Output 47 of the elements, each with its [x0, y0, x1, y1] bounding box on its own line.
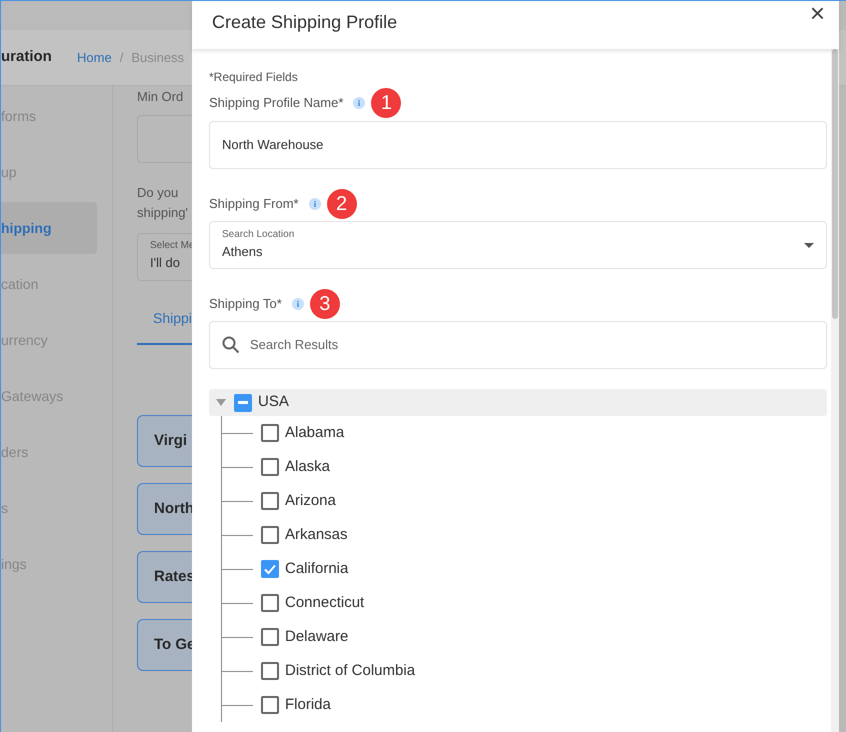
tree-label: Arkansas: [285, 524, 348, 545]
info-icon[interactable]: [308, 198, 321, 210]
breadcrumb-item[interactable]: Home: [77, 48, 112, 68]
search-field[interactable]: Search Results: [209, 321, 827, 369]
tree-label: Connecticut: [285, 592, 364, 613]
checkbox[interactable]: [234, 394, 252, 412]
tree-label: Arizona: [285, 490, 336, 511]
tree-row[interactable]: USA: [209, 389, 827, 416]
sidebar-item[interactable]: hipping: [1, 202, 97, 254]
location-select[interactable]: Search Location Athens: [209, 221, 827, 269]
tree-label: Alabama: [285, 422, 344, 443]
checkbox[interactable]: [261, 424, 279, 442]
search-icon: [222, 336, 240, 354]
text-input[interactable]: North Warehouse: [209, 121, 827, 169]
tree-label: Delaware: [285, 626, 348, 647]
close-button[interactable]: ×: [810, 1, 825, 25]
question-text: Do you shipping': [137, 184, 189, 222]
checkbox[interactable]: [261, 526, 279, 544]
tree-label: District of Columbia: [285, 660, 416, 681]
field-label: Shipping Profile Name*: [209, 94, 344, 112]
info-icon[interactable]: [292, 298, 304, 310]
tree-label: Florida: [285, 694, 331, 715]
tree-label: Alaska: [285, 456, 330, 477]
field-label: Shipping To*: [209, 295, 282, 314]
checkbox[interactable]: [261, 628, 279, 646]
step-number-badge: 1: [371, 88, 402, 118]
tree-label: California: [285, 558, 348, 579]
step-number-badge: 2: [326, 189, 357, 219]
tree-label: USA: [258, 392, 289, 412]
checkbox[interactable]: [261, 458, 279, 476]
caret-icon: [804, 242, 814, 248]
checkbox[interactable]: [261, 662, 279, 680]
breadcrumb-item: Business: [131, 48, 184, 67]
step-number-badge: 3: [310, 289, 340, 319]
scrollbar[interactable]: [831, 49, 839, 732]
field-label: Min Ord: [137, 89, 184, 104]
checkbox[interactable]: [261, 696, 279, 714]
required-note: *Required Fields: [209, 69, 299, 86]
checkbox[interactable]: [261, 560, 279, 578]
checkbox[interactable]: [261, 492, 279, 510]
field-label: Shipping From*: [209, 195, 299, 214]
checkbox[interactable]: [261, 594, 279, 612]
info-icon[interactable]: [353, 97, 366, 109]
breadcrumb-separator: /: [120, 48, 124, 67]
search-input[interactable]: Search Results: [250, 335, 814, 355]
page-title: uration: [1, 47, 53, 68]
dialog-title: Create Shipping Profile: [212, 11, 398, 34]
